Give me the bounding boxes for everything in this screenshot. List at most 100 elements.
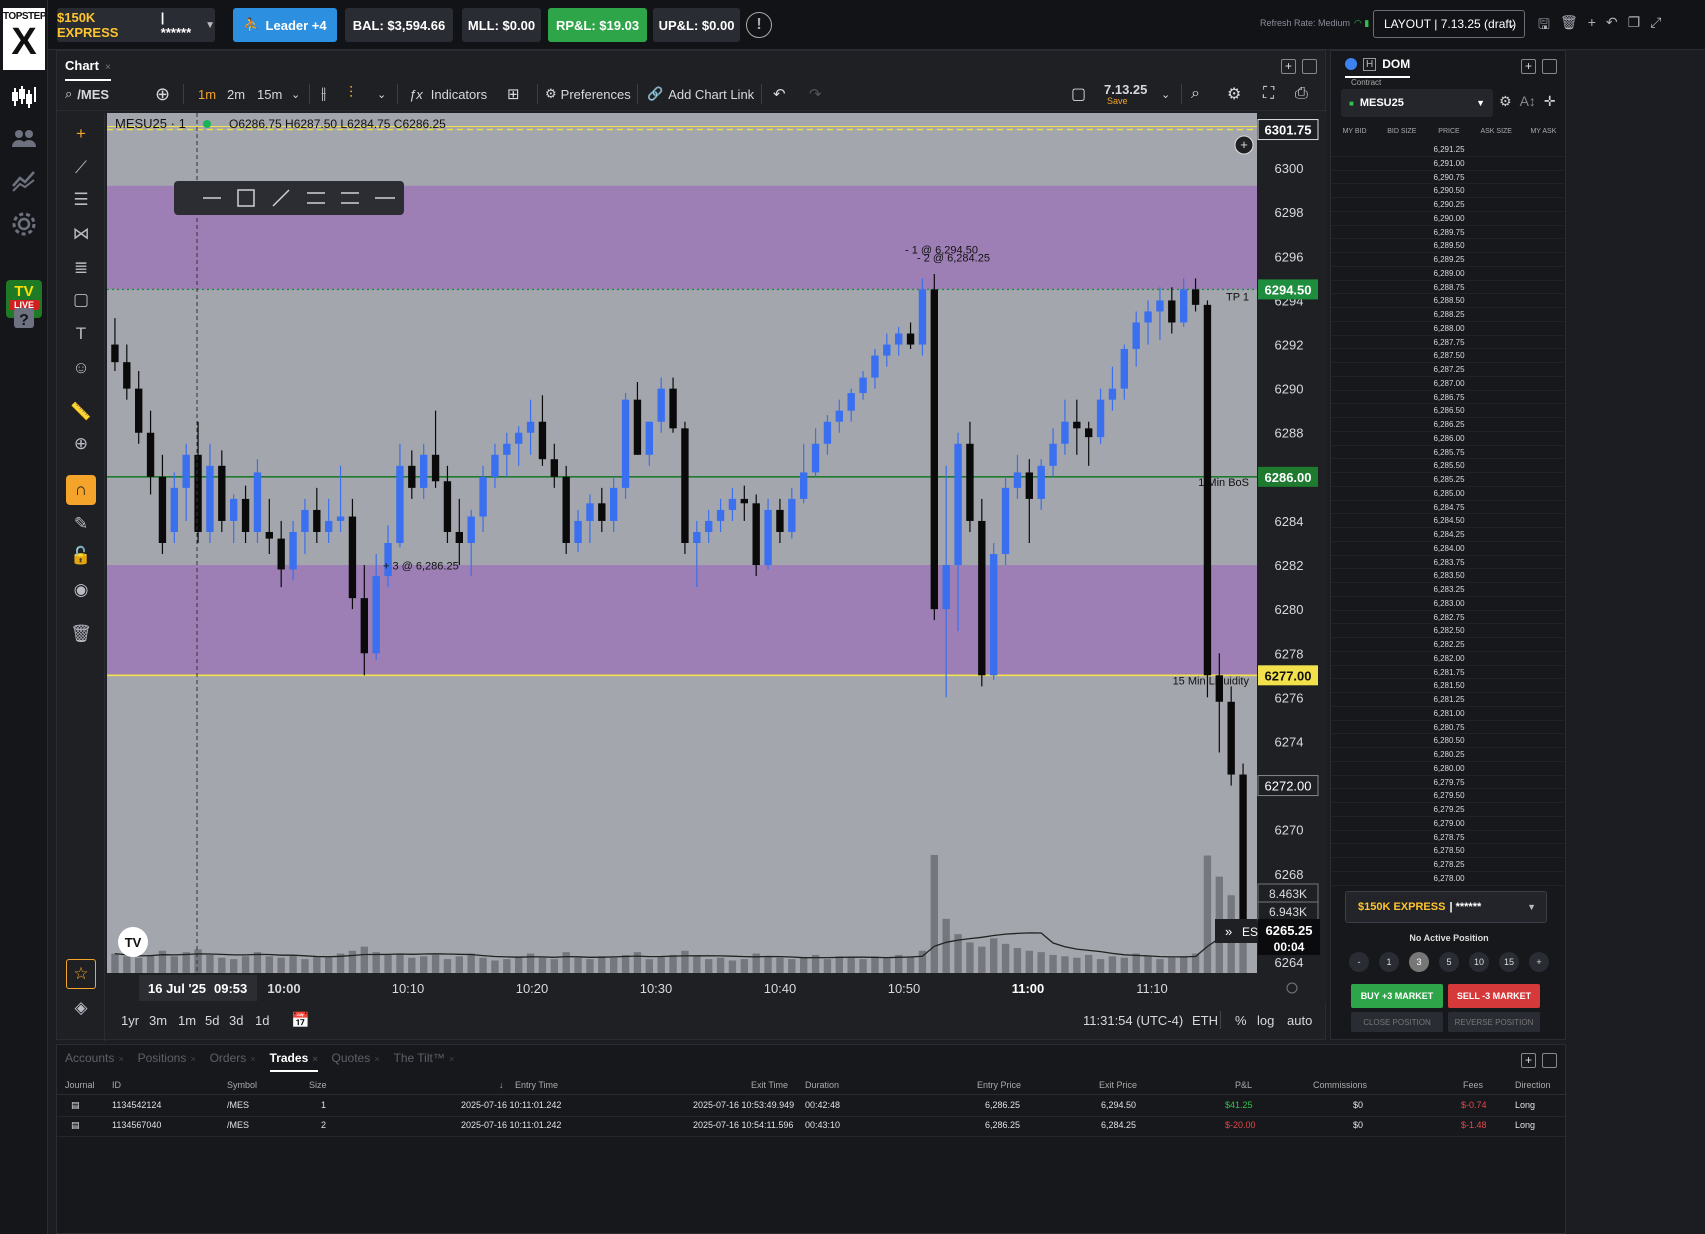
dom-cell-ask-size[interactable]: [1473, 446, 1520, 459]
dom-cell-my-ask[interactable]: [1520, 143, 1567, 156]
dom-ladder-row[interactable]: 6,279.25: [1331, 803, 1567, 817]
dom-cell-bid-size[interactable]: [1378, 831, 1425, 844]
dom-ladder-row[interactable]: 6,280.50: [1331, 734, 1567, 748]
save-layout-icon[interactable]: 🖫: [1538, 14, 1550, 38]
range-1m[interactable]: 1m: [178, 1013, 196, 1028]
chart-area[interactable]: TP 11 Min BoS15 Min Liquidity 6264626662…: [107, 113, 1327, 1003]
font-size-icon[interactable]: A↕: [1520, 93, 1536, 110]
dom-cell-my-bid[interactable]: [1331, 844, 1378, 857]
col-entry-price[interactable]: Entry Price: [977, 1080, 1021, 1090]
drawing-mode-icon[interactable]: ✎: [66, 509, 96, 539]
dom-cell-my-bid[interactable]: [1331, 803, 1378, 816]
dom-cell-my-bid[interactable]: [1331, 308, 1378, 321]
dom-cell-ask-size[interactable]: [1473, 418, 1520, 431]
dom-cell-bid-size[interactable]: [1378, 267, 1425, 280]
dom-cell-bid-size[interactable]: [1378, 666, 1425, 679]
dom-cell-my-bid[interactable]: [1331, 611, 1378, 624]
settings-gear-icon[interactable]: [6, 206, 42, 242]
dom-ladder-row[interactable]: 6,284.25: [1331, 528, 1567, 542]
table-row[interactable]: ▤ 1134542124 /MES 1 2025-07-16 10:11:01.…: [57, 1097, 1567, 1117]
dom-cell-my-ask[interactable]: [1520, 226, 1567, 239]
dom-cell-my-bid[interactable]: [1331, 377, 1378, 390]
session-toggle[interactable]: ETH: [1192, 1013, 1218, 1028]
dom-cell-ask-size[interactable]: [1473, 803, 1520, 816]
price-ladder[interactable]: 6,291.25 6,291.00 6,290.75 6,290.50 6,290.25…: [1331, 143, 1567, 886]
dom-cell-my-ask[interactable]: [1520, 831, 1567, 844]
pattern-icon[interactable]: ⋈: [66, 219, 96, 249]
dom-cell-bid-size[interactable]: [1378, 501, 1425, 514]
dom-cell-ask-size[interactable]: [1473, 583, 1520, 596]
add-layout-icon[interactable]: +: [1588, 14, 1596, 38]
ruler-icon[interactable]: 📏: [66, 397, 96, 427]
quick-search-icon[interactable]: ⌕: [1191, 77, 1200, 111]
dom-ladder-row[interactable]: 6,285.25: [1331, 473, 1567, 487]
dom-cell-bid-size[interactable]: [1378, 514, 1425, 527]
journal-note-icon[interactable]: ▤: [71, 1120, 80, 1131]
dom-cell-bid-size[interactable]: [1378, 473, 1425, 486]
snapshot-camera-icon[interactable]: ⎙: [1295, 77, 1308, 111]
dom-ladder-row[interactable]: 6,286.75: [1331, 391, 1567, 405]
dom-cell-ask-size[interactable]: [1473, 294, 1520, 307]
dom-cell-my-bid[interactable]: [1331, 858, 1378, 871]
dom-cell-my-ask[interactable]: [1520, 308, 1567, 321]
col-pnl[interactable]: P&L: [1235, 1080, 1252, 1090]
dom-cell-ask-size[interactable]: [1473, 679, 1520, 692]
undo-layout-icon[interactable]: ↶: [1606, 14, 1618, 38]
table-row[interactable]: ▤ 1134567040 /MES 2 2025-07-16 10:11:01.…: [57, 1117, 1567, 1137]
dom-cell-ask-size[interactable]: [1473, 844, 1520, 857]
dom-cell-my-ask[interactable]: [1520, 212, 1567, 225]
layout-square-icon[interactable]: ▢: [1071, 77, 1086, 111]
dom-cell-bid-size[interactable]: [1378, 294, 1425, 307]
tab-the-tilt[interactable]: The Tilt™ ×: [393, 1051, 454, 1072]
dom-cell-my-bid[interactable]: [1331, 487, 1378, 500]
dom-cell-my-ask[interactable]: [1520, 239, 1567, 252]
dom-cell-my-bid[interactable]: [1331, 652, 1378, 665]
dom-cell-my-ask[interactable]: [1520, 528, 1567, 541]
dom-cell-my-bid[interactable]: [1331, 748, 1378, 761]
dom-cell-ask-size[interactable]: [1473, 459, 1520, 472]
dom-cell-ask-size[interactable]: [1473, 569, 1520, 582]
dom-ladder-row[interactable]: 6,288.25: [1331, 308, 1567, 322]
indicators-button[interactable]: ƒx Indicators: [409, 77, 487, 111]
maximize-panel-icon[interactable]: [1542, 1053, 1557, 1068]
dom-cell-my-bid[interactable]: [1331, 239, 1378, 252]
dom-cell-ask-size[interactable]: [1473, 473, 1520, 486]
dom-cell-my-ask[interactable]: [1520, 542, 1567, 555]
price-chart[interactable]: TP 11 Min BoS15 Min Liquidity 6264626662…: [107, 113, 1327, 1003]
help-icon[interactable]: ?: [6, 300, 42, 336]
sell-market-button[interactable]: SELL -3 MARKET: [1448, 984, 1540, 1008]
dom-cell-my-ask[interactable]: [1520, 762, 1567, 775]
trade-chart-icon[interactable]: [6, 78, 42, 114]
dom-cell-my-ask[interactable]: [1520, 844, 1567, 857]
dom-cell-my-ask[interactable]: [1520, 569, 1567, 582]
dom-cell-my-ask[interactable]: [1520, 693, 1567, 706]
dom-cell-my-ask[interactable]: [1520, 776, 1567, 789]
dom-cell-bid-size[interactable]: [1378, 721, 1425, 734]
dom-cell-ask-size[interactable]: [1473, 542, 1520, 555]
dom-cell-ask-size[interactable]: [1473, 487, 1520, 500]
timeframe-dropdown-icon[interactable]: ⌄: [291, 77, 300, 111]
col-id[interactable]: ID: [112, 1080, 121, 1090]
dom-cell-my-bid[interactable]: [1331, 789, 1378, 802]
dom-cell-my-ask[interactable]: [1520, 556, 1567, 569]
topstep-logo[interactable]: TOPSTEP X: [3, 8, 47, 70]
dom-account-selector[interactable]: $150K EXPRESS | ****** ▼: [1345, 891, 1547, 923]
restore-window-icon[interactable]: ❐: [1628, 14, 1641, 38]
journal-note-icon[interactable]: ▤: [71, 1100, 80, 1111]
dom-cell-ask-size[interactable]: [1473, 776, 1520, 789]
range-1d[interactable]: 1d: [255, 1013, 269, 1028]
qty-1-button[interactable]: 1: [1379, 952, 1399, 972]
dom-cell-my-bid[interactable]: [1331, 872, 1378, 885]
qty-5-button[interactable]: 5: [1439, 952, 1459, 972]
dom-cell-my-bid[interactable]: [1331, 569, 1378, 582]
dom-cell-my-ask[interactable]: [1520, 377, 1567, 390]
dom-cell-bid-size[interactable]: [1378, 858, 1425, 871]
qty-15-button[interactable]: 15: [1499, 952, 1519, 972]
undo-icon[interactable]: ↶: [773, 77, 786, 111]
dom-cell-ask-size[interactable]: [1473, 143, 1520, 156]
dom-cell-bid-size[interactable]: [1378, 349, 1425, 362]
dom-cell-my-bid[interactable]: [1331, 679, 1378, 692]
dom-cell-my-bid[interactable]: [1331, 542, 1378, 555]
dom-cell-ask-size[interactable]: [1473, 872, 1520, 885]
range-1yr[interactable]: 1yr: [121, 1013, 139, 1028]
